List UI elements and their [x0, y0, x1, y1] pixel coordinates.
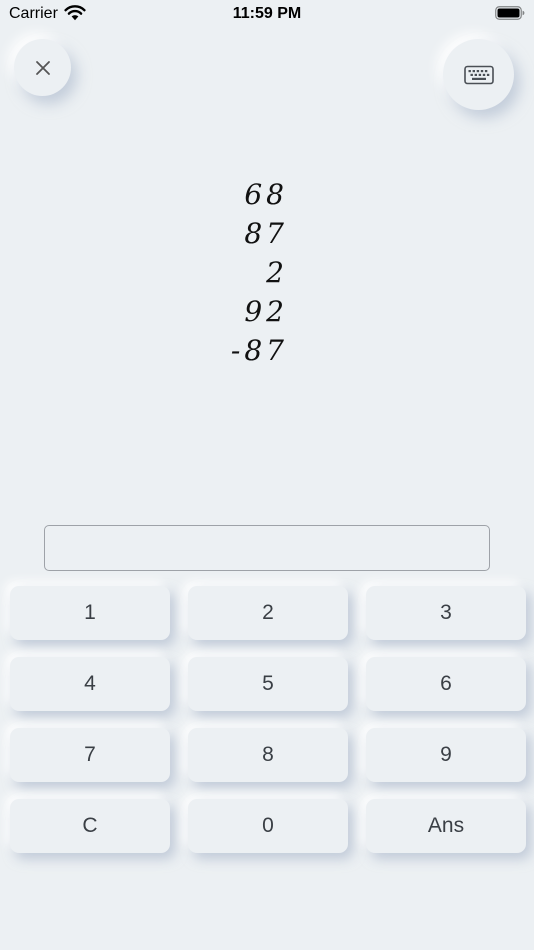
problem-line: 87 [244, 217, 288, 250]
key-3[interactable]: 3 [366, 586, 526, 640]
answer-input[interactable] [44, 525, 490, 571]
keyboard-button[interactable] [443, 39, 514, 110]
problem-line: 92 [244, 295, 288, 328]
problem-line: -87 [230, 334, 288, 367]
key-1[interactable]: 1 [10, 586, 170, 640]
key-0[interactable]: 0 [188, 799, 348, 853]
battery-icon [495, 6, 525, 20]
close-icon [35, 60, 50, 75]
close-button[interactable] [14, 39, 71, 96]
problem-display: 68 87 2 92 -87 [200, 175, 288, 370]
keypad: 1 2 3 4 5 6 7 8 9 C 0 Ans [10, 586, 526, 853]
keyboard-icon [463, 65, 494, 84]
key-7[interactable]: 7 [10, 728, 170, 782]
key-6[interactable]: 6 [366, 657, 526, 711]
key-2[interactable]: 2 [188, 586, 348, 640]
answer-recall-button[interactable]: Ans [366, 799, 526, 853]
status-bar: Carrier 11:59 PM [0, 0, 534, 28]
key-4[interactable]: 4 [10, 657, 170, 711]
status-time: 11:59 PM [232, 5, 302, 22]
key-8[interactable]: 8 [188, 728, 348, 782]
key-9[interactable]: 9 [366, 728, 526, 782]
problem-line: 68 [244, 178, 288, 211]
clear-button[interactable]: C [10, 799, 170, 853]
problem-line: 2 [266, 256, 288, 289]
key-5[interactable]: 5 [188, 657, 348, 711]
